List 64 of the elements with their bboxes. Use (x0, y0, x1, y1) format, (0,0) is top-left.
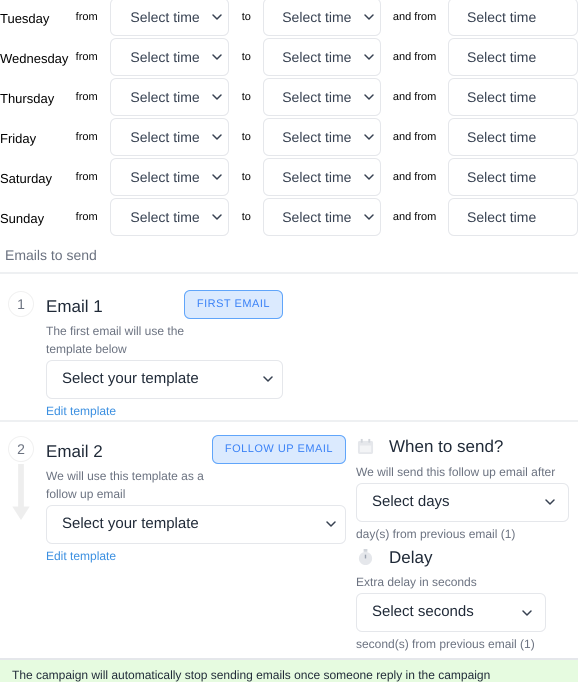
select-field[interactable]: Select time (110, 38, 230, 76)
and-from-label: and from (392, 90, 438, 105)
to-label: to (240, 130, 252, 145)
select-field[interactable]: Select time (448, 78, 578, 116)
from-label: from (76, 50, 99, 65)
select-field[interactable]: Select time (263, 158, 382, 196)
to-label: to (240, 210, 252, 225)
email-type-badge: FIRST EMAIL (184, 290, 283, 318)
to-label: to (240, 90, 252, 105)
select-field[interactable]: Select time (110, 158, 230, 196)
step-number: 2 (8, 436, 34, 462)
email-description: We will use this template as a follow up email (46, 468, 205, 502)
select-field[interactable]: Select time (263, 38, 382, 76)
day-label: Saturday (0, 170, 54, 188)
select-field[interactable]: Select days (356, 482, 569, 522)
email-type-badge: FOLLOW UP EMAIL (212, 435, 346, 464)
field-description: Extra delay in seconds (356, 574, 478, 591)
select-field[interactable]: Select time (110, 118, 230, 156)
select-field[interactable]: Select time (448, 38, 578, 76)
from-label: from (76, 130, 99, 145)
field-note: day(s) from previous email (1) (356, 526, 516, 542)
select-field[interactable]: Select time (110, 0, 230, 36)
select-field[interactable]: Select seconds (356, 593, 546, 632)
select-field[interactable]: Select time (448, 0, 578, 36)
email-description: The first email will use the template below (46, 322, 186, 358)
and-from-label: and from (392, 10, 438, 25)
and-from-label: and from (392, 170, 438, 185)
to-label: to (240, 170, 252, 185)
select-field[interactable]: Select time (448, 158, 578, 196)
and-from-label: and from (392, 210, 438, 225)
select-field[interactable]: Select time (263, 118, 382, 156)
select-field[interactable]: Select your template (46, 360, 283, 398)
from-label: from (76, 90, 99, 105)
day-label: Tuesday (0, 10, 50, 28)
and-from-label: and from (392, 50, 438, 65)
field-description: We will send this follow up email after (356, 464, 556, 480)
from-label: from (76, 170, 99, 185)
select-field[interactable]: Select time (263, 198, 382, 236)
calendar-icon (357, 438, 374, 456)
stopwatch-icon (357, 548, 374, 566)
select-field[interactable]: Select time (110, 78, 230, 116)
select-field[interactable]: Select time (263, 0, 382, 36)
select-field[interactable]: Select time (110, 198, 230, 236)
day-label: Friday (0, 130, 38, 148)
select-field[interactable]: Select time (448, 198, 578, 236)
day-label: Sunday (0, 210, 46, 228)
from-label: from (76, 10, 99, 25)
select-field[interactable]: Select your template (46, 504, 346, 544)
select-field[interactable]: Select time (448, 118, 578, 156)
day-label: Wednesday (0, 50, 70, 68)
section-heading: Emails to send (4, 246, 98, 265)
to-label: to (240, 10, 252, 25)
banner-text: The campaign will automatically stop sending emails once someone reply in the campaign (12, 667, 490, 682)
section-title: Delay (389, 546, 432, 568)
step-number: 1 (8, 291, 34, 317)
and-from-label: and from (392, 130, 438, 145)
section-title: When to send? (389, 436, 504, 458)
field-note: second(s) from previous email (1) (356, 636, 536, 653)
email-title: Email 2 (46, 441, 103, 463)
day-label: Thursday (0, 90, 56, 108)
email-title: Email 1 (46, 296, 103, 318)
to-label: to (240, 50, 252, 65)
select-field[interactable]: Select time (263, 78, 382, 116)
from-label: from (76, 210, 99, 225)
